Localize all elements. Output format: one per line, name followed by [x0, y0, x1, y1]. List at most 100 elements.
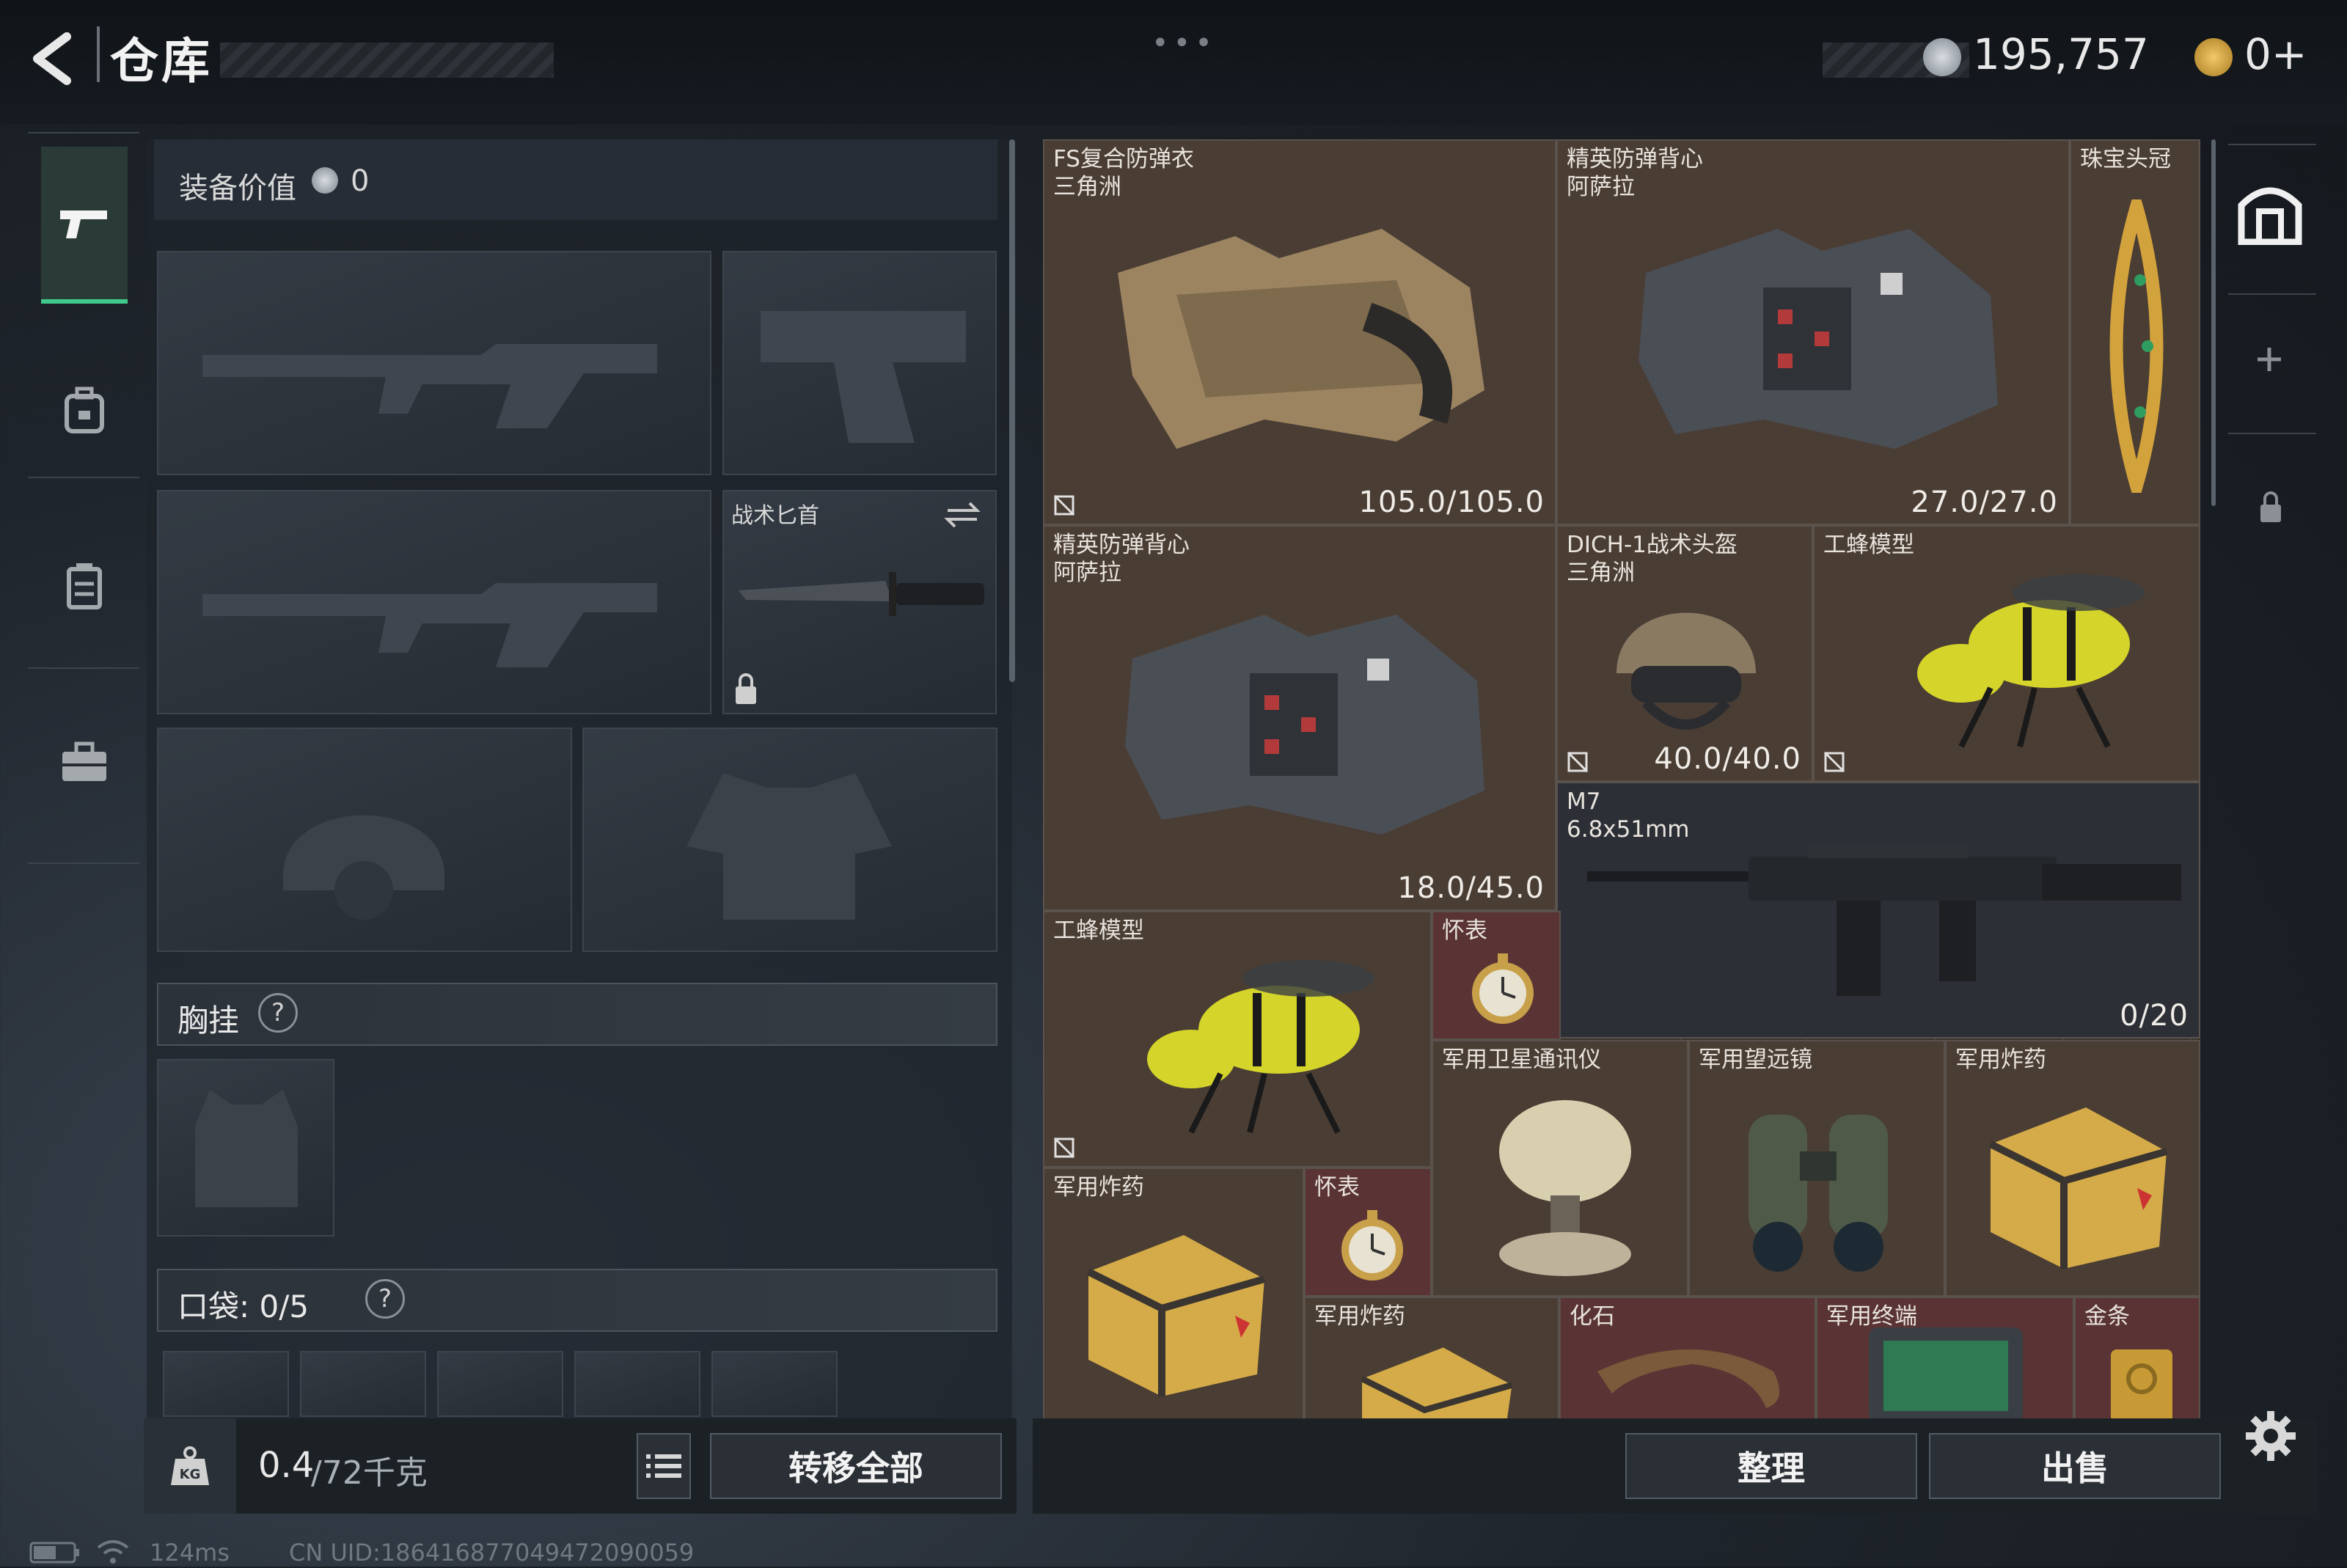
pistol-silhouette-icon: [761, 311, 966, 443]
elite-vest-icon: [1638, 229, 1998, 449]
vest-silhouette-icon: [195, 1090, 298, 1207]
transfer-all-button[interactable]: 转移全部: [710, 1433, 1002, 1499]
safe-box-icon[interactable]: [2237, 183, 2303, 248]
chest-rig-slot[interactable]: [157, 1059, 334, 1237]
stash-item[interactable]: 军用卫星通讯仪: [1432, 1040, 1688, 1297]
stash-item[interactable]: 精英防弹背心 阿萨拉 18.0/45.0: [1043, 525, 1556, 911]
nav-container-icon[interactable]: [41, 543, 128, 629]
pocket-slot[interactable]: [437, 1351, 563, 1417]
military-terminal-icon: [1869, 1327, 2023, 1423]
stash-item[interactable]: 军用望远镜: [1688, 1040, 1945, 1297]
tactical-helmet-icon: [1616, 612, 1756, 730]
ping-text: 124ms: [150, 1539, 230, 1567]
rifle-silhouette-icon: [202, 344, 657, 428]
pistol-slot[interactable]: [722, 251, 997, 475]
pocket-watch-icon: [1472, 953, 1534, 1024]
organize-button[interactable]: 整理: [1625, 1433, 1917, 1499]
secondary-weapon-slot[interactable]: [157, 490, 711, 714]
nav-backpack-icon[interactable]: [41, 367, 128, 453]
pocket-slot[interactable]: [574, 1351, 700, 1417]
explosive-crate-icon: [1361, 1347, 1513, 1423]
binoculars-icon: [1749, 1115, 1888, 1272]
body-armor-icon: [1118, 229, 1484, 449]
plus-icon[interactable]: [2255, 345, 2284, 377]
weight-max: /72千克: [311, 1454, 428, 1492]
elite-vest-icon: [1125, 615, 1484, 835]
stash-scrollbar[interactable]: [2211, 139, 2216, 506]
tactical-knife-icon: [739, 572, 984, 616]
stash-item[interactable]: 怀表: [1304, 1168, 1432, 1297]
armor-slot[interactable]: [582, 728, 997, 952]
right-sep: [2228, 144, 2316, 145]
menu-dots-icon[interactable]: •••: [1151, 26, 1217, 60]
knife-slot[interactable]: 战术匕首: [722, 490, 997, 714]
item-name: 怀表: [1442, 917, 1487, 944]
nav-gun-icon[interactable]: [41, 147, 128, 304]
pocket-watch-icon: [1341, 1210, 1403, 1281]
lock-icon[interactable]: [2258, 491, 2284, 527]
jewel-crown-icon: [2109, 199, 2164, 493]
pocket-slot[interactable]: [163, 1351, 289, 1417]
right-sep: [2228, 433, 2316, 434]
item-name: 军用炸药: [1314, 1303, 1405, 1330]
item-name: 精英防弹背心 阿萨拉: [1567, 146, 1703, 200]
stash-item[interactable]: FS复合防弹衣 三角洲 105.0/105.0: [1043, 139, 1556, 525]
title-divider: [97, 26, 100, 82]
svg-text:KG: KG: [180, 1467, 201, 1482]
stash-item[interactable]: 军用炸药: [1043, 1168, 1304, 1424]
help-icon[interactable]: ?: [365, 1279, 405, 1319]
pocket-slot[interactable]: [300, 1351, 426, 1417]
premium-value[interactable]: 0+: [2244, 29, 2307, 79]
lock-icon: [736, 673, 756, 704]
armor-silhouette-icon: [686, 773, 892, 920]
item-durability: 105.0/105.0: [1358, 486, 1545, 519]
item-name: 怀表: [1314, 1174, 1360, 1201]
pocket-label: 口袋: 0/5: [177, 1289, 310, 1325]
item-ammo: 0/20: [2120, 999, 2189, 1033]
nav-briefcase-icon[interactable]: [41, 719, 128, 805]
back-arrow-icon[interactable]: [26, 29, 85, 88]
list-view-icon[interactable]: [637, 1433, 691, 1499]
helmet-slot[interactable]: [157, 728, 572, 952]
stash-item[interactable]: 军用炸药: [1304, 1297, 1559, 1424]
battery-icon: [29, 1542, 81, 1567]
stash-item[interactable]: 怀表: [1432, 911, 1561, 1040]
stash-item[interactable]: 军用炸药: [1945, 1040, 2200, 1297]
sell-button[interactable]: 出售: [1929, 1433, 2221, 1499]
stash-item[interactable]: 精英防弹背心 阿萨拉 27.0/27.0: [1556, 139, 2070, 525]
loadout-scrollbar[interactable]: [1009, 139, 1015, 682]
stash-item[interactable]: 工蜂模型: [1043, 911, 1432, 1168]
page-title: 仓库: [110, 33, 213, 89]
stash-item[interactable]: 工蜂模型: [1813, 525, 2200, 782]
fossil-claw-icon: [1597, 1349, 1779, 1408]
explosive-crate-icon: [1988, 1107, 2168, 1269]
help-icon[interactable]: ?: [258, 993, 298, 1033]
stash-item[interactable]: 金条: [2074, 1297, 2200, 1424]
stash-item[interactable]: 军用终端: [1816, 1297, 2074, 1424]
item-name: 工蜂模型: [1053, 917, 1144, 944]
stash-item[interactable]: M7 6.8x51mm 0/20: [1556, 782, 2200, 1038]
item-name: 珠宝头冠: [2080, 146, 2171, 172]
chest-rig-header: 胸挂 ?: [157, 983, 997, 1046]
no-insure-icon: [1053, 494, 1075, 516]
explosive-crate-icon: [1086, 1235, 1266, 1396]
knife-label: 战术匕首: [731, 503, 819, 529]
coin-icon: [1923, 38, 1961, 76]
item-name: 金条: [2084, 1303, 2130, 1330]
swap-icon[interactable]: [944, 500, 981, 530]
pocket-slot[interactable]: [711, 1351, 838, 1417]
stash-item[interactable]: 化石: [1559, 1297, 1816, 1424]
item-name: 军用炸药: [1053, 1174, 1144, 1201]
coin-icon: [312, 167, 338, 194]
primary-weapon-slot[interactable]: [157, 251, 711, 475]
item-name: FS复合防弹衣 三角洲: [1053, 146, 1194, 200]
stash-item[interactable]: DICH-1战术头盔 三角洲 40.0/40.0: [1556, 525, 1813, 782]
m7-rifle-icon: [1587, 842, 2181, 996]
item-name: 工蜂模型: [1823, 532, 1914, 558]
helmet-silhouette-icon: [283, 815, 444, 920]
item-durability: 18.0/45.0: [1397, 871, 1545, 905]
chest-rig-label: 胸挂: [177, 1003, 240, 1038]
gear-icon[interactable]: [2244, 1410, 2297, 1465]
item-durability: 27.0/27.0: [1911, 486, 2058, 519]
stash-item[interactable]: 珠宝头冠: [2070, 139, 2200, 525]
